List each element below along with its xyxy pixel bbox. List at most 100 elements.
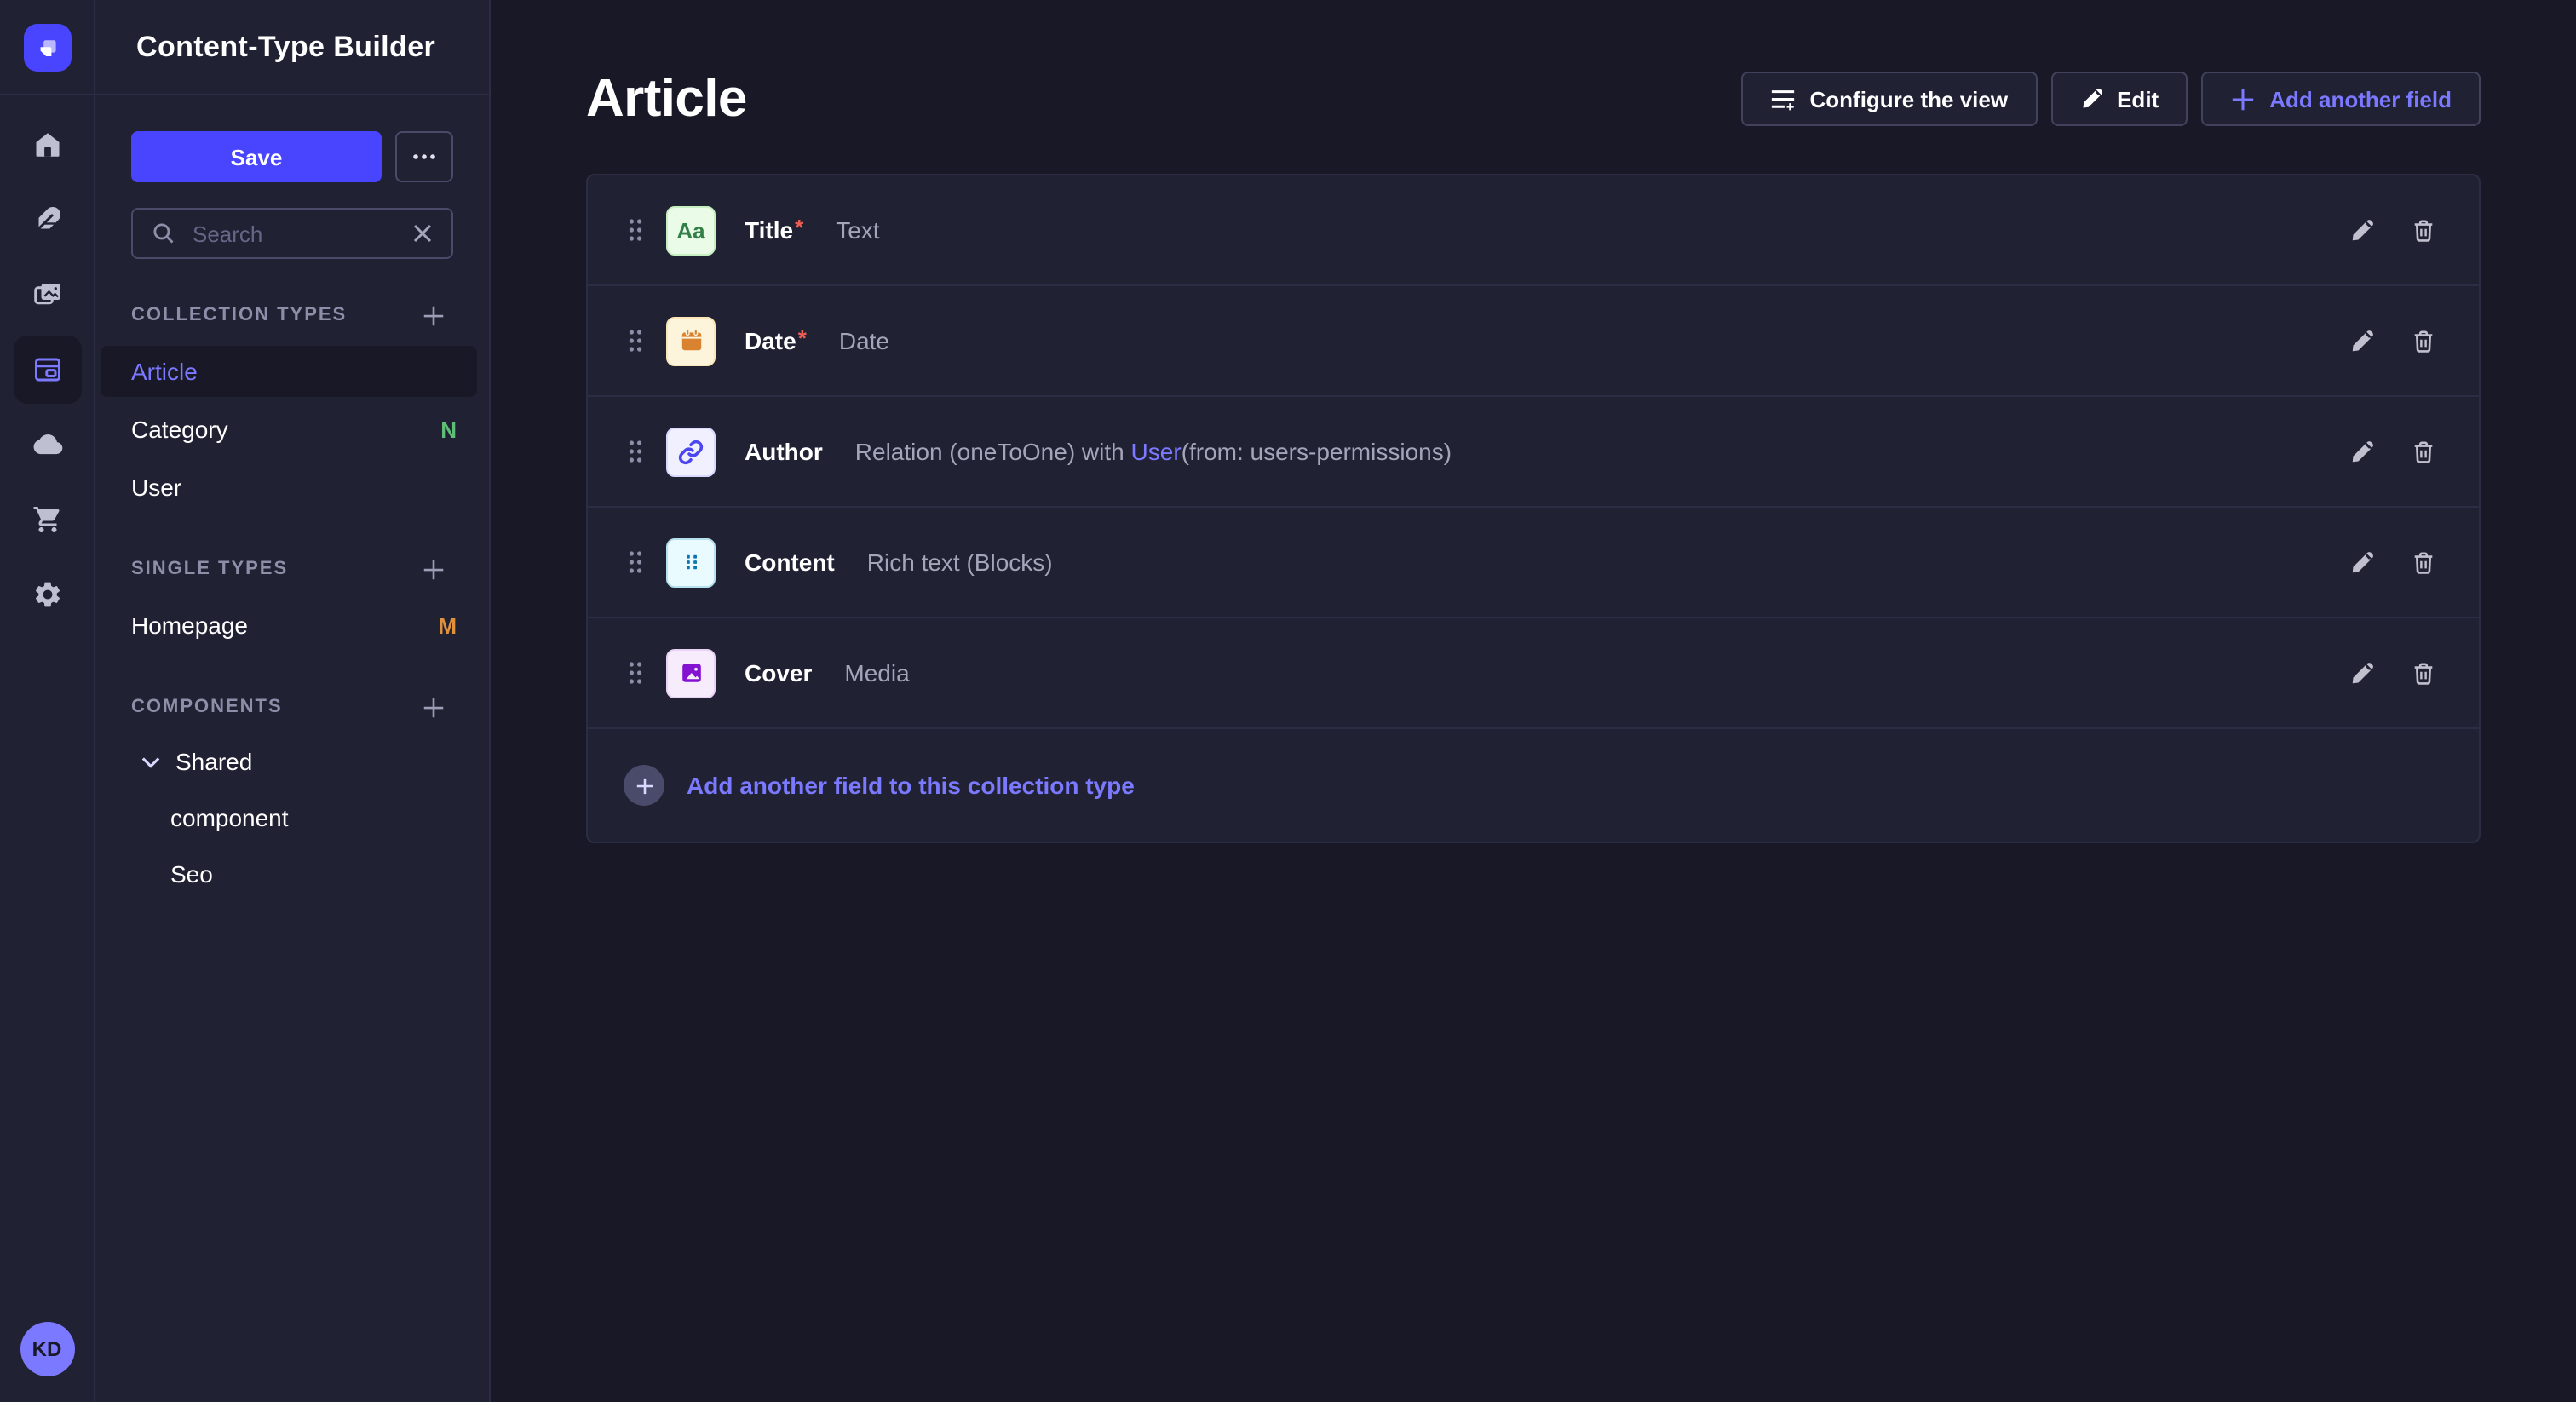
trash-icon: [2411, 439, 2436, 464]
row-actions: [2349, 660, 2436, 686]
configure-view-button[interactable]: Configure the view: [1742, 72, 2038, 126]
edit-label: Edit: [2117, 86, 2159, 112]
edit-field-button[interactable]: [2349, 439, 2375, 464]
trash-icon: [2411, 217, 2436, 243]
sidebar-item-user[interactable]: User: [101, 462, 477, 513]
section-head: SINGLE TYPES: [131, 555, 453, 583]
home-icon[interactable]: [13, 111, 81, 179]
required-marker: *: [798, 325, 807, 351]
more-actions-button[interactable]: [395, 131, 453, 182]
edit-button[interactable]: Edit: [2050, 72, 2188, 126]
section-label: COLLECTION TYPES: [131, 305, 347, 325]
section-single-types: SINGLE TYPES Homepage M: [131, 555, 453, 651]
field-type: Date: [839, 327, 889, 354]
table-row-date: Date* Date: [588, 286, 2479, 397]
settings-gear-icon[interactable]: [13, 560, 81, 629]
trash-icon: [2411, 549, 2436, 575]
pencil-icon: [2349, 549, 2375, 575]
field-name: Cover: [745, 659, 812, 687]
delete-field-button[interactable]: [2411, 328, 2436, 353]
sidebar-item-category[interactable]: Category N: [101, 404, 477, 455]
plus-circle-icon: [624, 765, 664, 806]
deploy-cloud-icon[interactable]: [13, 411, 81, 479]
save-row: Save: [131, 131, 453, 182]
drag-handle-icon[interactable]: [627, 438, 644, 465]
field-type: Media: [844, 659, 909, 687]
sidebar-item-label: component: [170, 803, 289, 830]
edit-field-button[interactable]: [2349, 328, 2375, 353]
component-group-shared[interactable]: Shared: [131, 748, 453, 775]
subnav-title: Content-Type Builder: [136, 30, 435, 64]
field-type: Rich text (Blocks): [867, 549, 1053, 576]
media-field-icon: [666, 648, 716, 698]
sidebar-item-label: Seo: [170, 859, 213, 887]
user-avatar[interactable]: KD: [20, 1322, 74, 1376]
relation-field-icon: [666, 427, 716, 476]
pencil-icon: [2349, 328, 2375, 353]
add-single-type-button[interactable]: [417, 554, 448, 584]
media-library-icon[interactable]: [13, 261, 81, 329]
delete-field-button[interactable]: [2411, 549, 2436, 575]
main-content: Article Configure the view Edit Add anot…: [491, 0, 2576, 1402]
edit-field-button[interactable]: [2349, 660, 2375, 686]
add-another-field-button[interactable]: Add another field: [2201, 72, 2481, 126]
add-component-button[interactable]: [417, 692, 448, 722]
table-row-content: Content Rich text (Blocks): [588, 508, 2479, 618]
blocks-field-icon: [666, 537, 716, 587]
clear-search-icon[interactable]: [412, 223, 433, 244]
search-icon: [152, 221, 175, 245]
pencil-icon: [2349, 217, 2375, 243]
text-field-icon: Aa: [666, 205, 716, 255]
delete-field-button[interactable]: [2411, 217, 2436, 243]
single-types-list: Homepage M: [101, 600, 477, 651]
sidebar-item-homepage[interactable]: Homepage M: [101, 600, 477, 651]
component-group-label: Shared: [175, 748, 252, 775]
relation-target-link[interactable]: User: [1131, 438, 1182, 465]
row-actions: [2349, 549, 2436, 575]
rail-header: [0, 0, 94, 95]
add-field-row-button[interactable]: Add another field to this collection typ…: [588, 729, 2479, 842]
required-marker: *: [795, 215, 803, 240]
ellipsis-icon: [412, 153, 436, 160]
field-name: Content: [745, 549, 835, 576]
sidebar-item-label: Article: [131, 358, 198, 385]
section-label: SINGLE TYPES: [131, 559, 288, 579]
fields-table: Aa Title* Text Date* Date: [586, 174, 2481, 843]
drag-handle-icon[interactable]: [627, 327, 644, 354]
section-head: COLLECTION TYPES: [131, 302, 453, 329]
sidebar-item-seo[interactable]: Seo: [131, 845, 453, 901]
plus-icon: [420, 302, 446, 328]
field-type: Text: [836, 216, 879, 244]
content-manager-icon[interactable]: [13, 186, 81, 254]
edit-field-button[interactable]: [2349, 549, 2375, 575]
drag-handle-icon[interactable]: [627, 659, 644, 687]
delete-field-button[interactable]: [2411, 439, 2436, 464]
marketplace-cart-icon[interactable]: [13, 486, 81, 554]
add-field-row-label: Add another field to this collection typ…: [687, 772, 1135, 799]
sidebar-item-component[interactable]: component: [131, 789, 453, 845]
strapi-logo-icon: [35, 35, 59, 59]
chevron-down-icon: [141, 756, 160, 767]
configure-view-label: Configure the view: [1810, 86, 2009, 112]
add-collection-type-button[interactable]: [417, 300, 448, 330]
field-name: Title*: [745, 216, 803, 244]
delete-field-button[interactable]: [2411, 660, 2436, 686]
section-collection-types: COLLECTION TYPES Article Category N User: [131, 302, 453, 513]
edit-field-button[interactable]: [2349, 217, 2375, 243]
sidebar-item-article[interactable]: Article: [101, 346, 477, 397]
row-actions: [2349, 439, 2436, 464]
content-type-builder-icon[interactable]: [13, 336, 81, 404]
table-row-author: Author Relation (oneToOne) with User(fro…: [588, 397, 2479, 508]
component-group-children: component Seo: [131, 789, 453, 901]
subnav-header: Content-Type Builder: [95, 0, 489, 95]
drag-handle-icon[interactable]: [627, 549, 644, 576]
collection-types-list: Article Category N User: [101, 346, 477, 513]
field-type: Relation (oneToOne) with User(from: user…: [855, 438, 1452, 465]
drag-handle-icon[interactable]: [627, 216, 644, 244]
field-name: Date*: [745, 327, 807, 354]
page-title: Article: [586, 68, 747, 129]
save-button[interactable]: Save: [131, 131, 382, 182]
search-input[interactable]: [189, 219, 399, 248]
search-box[interactable]: [131, 208, 453, 259]
strapi-logo[interactable]: [23, 23, 71, 71]
